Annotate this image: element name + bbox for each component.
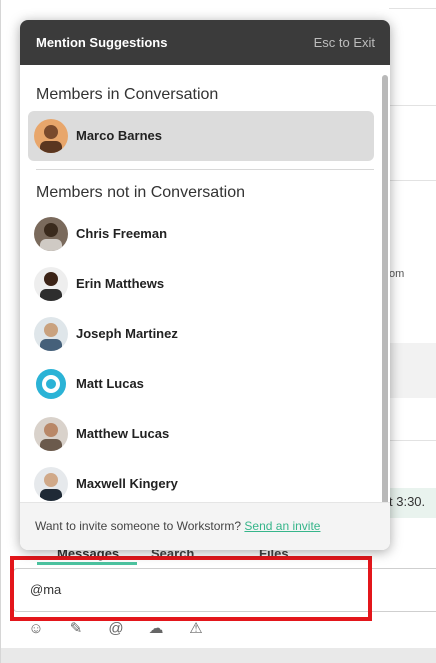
member-name: Erin Matthews [76, 276, 165, 291]
member-name: Matt Lucas [76, 376, 144, 391]
avatar [34, 267, 68, 301]
popup-title: Mention Suggestions [36, 35, 168, 50]
popup-header: Mention Suggestions Esc to Exit [20, 20, 390, 65]
invite-prompt-text: Want to invite someone to Workstorm? [35, 519, 245, 533]
alert-icon[interactable]: ⚠ [187, 620, 205, 638]
member-name: Marco Barnes [76, 128, 162, 143]
member-marco-barnes[interactable]: Marco Barnes [28, 111, 374, 161]
highlight-annotation [10, 556, 372, 621]
bg-message-block [389, 343, 436, 398]
popup-scrollbar[interactable] [382, 75, 388, 505]
avatar [34, 367, 68, 401]
cloud-upload-icon[interactable]: ☁ [147, 620, 165, 638]
bg-divider [389, 180, 436, 181]
member-matt-lucas[interactable]: Matt Lucas [28, 359, 374, 409]
section-divider [36, 169, 374, 170]
bg-message-fragment: om [389, 268, 405, 280]
at-icon[interactable]: @ [107, 620, 125, 638]
avatar [34, 217, 68, 251]
bg-divider [389, 8, 436, 9]
avatar [34, 417, 68, 451]
bottom-bar [1, 648, 436, 663]
members-in-conversation-heading: Members in Conversation [36, 86, 219, 103]
member-name: Joseph Martinez [76, 326, 178, 341]
composer-toolbar: ☺ ✎ @ ☁ ⚠ [1, 616, 436, 646]
member-joseph-martinez[interactable]: Joseph Martinez [28, 309, 374, 359]
member-erin-matthews[interactable]: Erin Matthews [28, 259, 374, 309]
member-name: Maxwell Kingery [76, 476, 178, 491]
mention-suggestions-popup: Mention Suggestions Esc to Exit Members … [20, 20, 390, 550]
member-matthew-lucas[interactable]: Matthew Lucas [28, 409, 374, 459]
avatar [34, 467, 68, 501]
invite-prompt: Want to invite someone to Workstorm? Sen… [35, 519, 320, 533]
bg-divider [389, 440, 436, 441]
popup-footer: Want to invite someone to Workstorm? Sen… [20, 502, 390, 550]
avatar [34, 317, 68, 351]
bg-message-bubble: t 3:30. [389, 488, 436, 518]
bg-divider [389, 105, 436, 106]
esc-to-exit-hint: Esc to Exit [313, 35, 375, 50]
avatar [34, 119, 68, 153]
members-not-in-conversation-heading: Members not in Conversation [36, 184, 245, 201]
member-name: Chris Freeman [76, 226, 168, 241]
pen-icon[interactable]: ✎ [67, 620, 85, 638]
smiley-icon[interactable]: ☺ [27, 620, 45, 638]
send-invite-link[interactable]: Send an invite [244, 519, 320, 533]
bg-message-fragment-2: t 3:30. [389, 494, 426, 509]
member-name: Matthew Lucas [76, 426, 170, 441]
member-chris-freeman[interactable]: Chris Freeman [28, 209, 374, 259]
